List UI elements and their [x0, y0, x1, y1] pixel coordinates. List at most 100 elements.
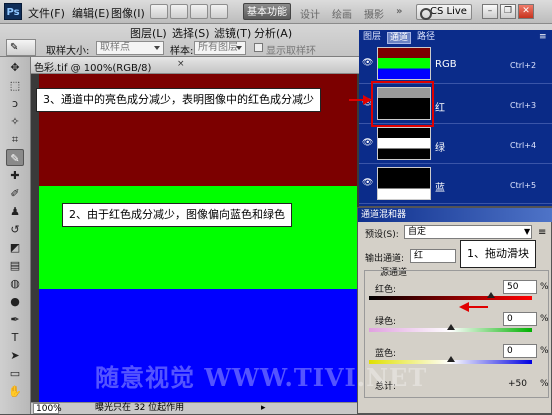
channel-name: RGB: [435, 59, 457, 70]
red-slider-thumb[interactable]: [487, 288, 496, 298]
close-icon[interactable]: ✕: [518, 4, 534, 19]
workspace-painting[interactable]: 绘画: [332, 6, 352, 21]
blue-slider-thumb[interactable]: [446, 352, 455, 362]
panel-menu-icon[interactable]: ≡: [539, 32, 547, 42]
percent-sign: %: [540, 346, 549, 356]
blue-value-input[interactable]: 0: [503, 344, 537, 358]
workspace-photography[interactable]: 摄影: [364, 6, 384, 21]
output-channel-label: 输出通道:: [365, 254, 405, 264]
clone-stamp-tool-icon[interactable]: ♟: [6, 203, 24, 220]
tab-layers[interactable]: 图层: [361, 32, 383, 44]
crop-tool-icon[interactable]: ⌗: [6, 131, 24, 148]
blur-tool-icon[interactable]: ◍: [6, 275, 24, 292]
move-tool-icon[interactable]: ✥: [6, 59, 24, 76]
channel-shortcut: Ctrl+3: [510, 101, 537, 110]
menu-image[interactable]: 图像(I): [111, 5, 145, 21]
channel-shortcut: Ctrl+5: [510, 181, 537, 190]
status-text: 曝光只在 32 位起作用: [95, 403, 185, 413]
channel-name: 红: [435, 103, 445, 114]
show-ring-checkbox[interactable]: [254, 43, 263, 52]
pen-tool-icon[interactable]: ✒: [6, 311, 24, 328]
output-channel-select[interactable]: 红: [410, 249, 456, 263]
sample-label: 样本:: [170, 46, 194, 57]
history-brush-tool-icon[interactable]: ↺: [6, 221, 24, 238]
menu-file[interactable]: 文件(F): [28, 5, 65, 21]
path-selection-tool-icon[interactable]: ➤: [6, 347, 24, 364]
hand-tool-icon[interactable]: ✋: [6, 383, 24, 400]
red-slider-label: 红色:: [375, 285, 397, 295]
restore-icon[interactable]: ❐: [500, 4, 516, 19]
drag-arrow-line: [468, 306, 488, 308]
red-value-input[interactable]: 50: [503, 280, 537, 294]
workspace-essentials-button[interactable]: 基本功能: [243, 3, 291, 20]
workspace-more-icon[interactable]: »: [396, 6, 402, 17]
green-value-input[interactable]: 0: [503, 312, 537, 326]
sample-size-select[interactable]: 取样点: [96, 41, 164, 55]
callout-step-1: 1、拖动滑块: [460, 240, 536, 268]
preset-select[interactable]: 自定: [404, 225, 532, 239]
type-tool-icon[interactable]: T: [6, 329, 24, 346]
channel-name: 绿: [435, 143, 445, 154]
channel-row-rgb[interactable]: 👁 RGB Ctrl+2: [359, 44, 552, 84]
eye-icon[interactable]: 👁: [362, 58, 373, 68]
eye-icon[interactable]: 👁: [362, 178, 373, 188]
menu-select[interactable]: 选择(S): [172, 25, 210, 41]
document-canvas[interactable]: [31, 74, 359, 402]
menu-filter[interactable]: 滤镜(T): [214, 25, 251, 41]
photoshop-logo: Ps: [4, 3, 22, 20]
channel-thumbnail: [377, 167, 431, 200]
preset-options-icon[interactable]: ≡: [538, 227, 546, 238]
workspace-design[interactable]: 设计: [300, 6, 320, 21]
marquee-tool-icon[interactable]: ⬚: [6, 77, 24, 94]
preset-dropdown-icon[interactable]: ▼: [524, 227, 530, 236]
red-slider-track[interactable]: [369, 296, 532, 300]
total-value: +50: [508, 379, 527, 389]
eye-icon[interactable]: 👁: [362, 138, 373, 148]
tool-preset-picker[interactable]: ✎: [6, 39, 36, 56]
cs-live-button[interactable]: CS Live: [416, 4, 472, 20]
shape-tool-icon[interactable]: ▭: [6, 365, 24, 382]
tab-close-icon[interactable]: ×: [177, 59, 185, 69]
toolbox: ✥ ⬚ ↄ ✧ ⌗ ✎ ✚ ✐ ♟ ↺ ◩ ▤ ◍ ● ✒ T ➤ ▭ ✋: [0, 57, 31, 414]
preset-label: 预设(S):: [365, 230, 399, 240]
lasso-tool-icon[interactable]: ↄ: [6, 95, 24, 112]
channel-name: 蓝: [435, 183, 445, 194]
quick-select-tool-icon[interactable]: ✧: [6, 113, 24, 130]
minimize-icon[interactable]: –: [482, 4, 498, 19]
menu-analysis[interactable]: 分析(A): [254, 25, 292, 41]
menu-edit[interactable]: 编辑(E): [72, 5, 110, 21]
eraser-tool-icon[interactable]: ◩: [6, 239, 24, 256]
tab-paths[interactable]: 路径: [415, 32, 437, 44]
document-tab[interactable]: 色彩.tif @ 100%(RGB/8) ×: [31, 57, 371, 74]
eyedropper-tool-icon[interactable]: ✎: [6, 149, 24, 166]
watermark: 随意视觉 WWW.TIVI.NET: [95, 363, 428, 392]
document-title: 色彩.tif @ 100%(RGB/8): [34, 63, 152, 74]
channel-shortcut: Ctrl+2: [510, 61, 537, 70]
view-extras-icon[interactable]: [190, 4, 208, 19]
callout-step-2: 2、由于红色成分减少，图像偏向蓝色和绿色: [62, 203, 292, 227]
bridge-icon[interactable]: [150, 4, 168, 19]
healing-brush-tool-icon[interactable]: ✚: [6, 167, 24, 184]
gradient-tool-icon[interactable]: ▤: [6, 257, 24, 274]
status-menu-icon[interactable]: ▸: [261, 403, 266, 414]
channel-row-blue[interactable]: 👁 蓝 Ctrl+5: [359, 164, 552, 204]
dialog-title: 通道混和器: [358, 208, 552, 222]
arrange-documents-icon[interactable]: [210, 4, 228, 19]
channel-row-green[interactable]: 👁 绿 Ctrl+4: [359, 124, 552, 164]
status-bar: 100% 曝光只在 32 位起作用 ▸: [31, 402, 359, 414]
brush-tool-icon[interactable]: ✐: [6, 185, 24, 202]
tab-channels[interactable]: 通道: [387, 32, 412, 44]
channel-thumbnail: [377, 127, 431, 160]
sample-select[interactable]: 所有图层: [194, 41, 246, 55]
channel-shortcut: Ctrl+4: [510, 141, 537, 150]
channel-thumbnail: [377, 47, 431, 80]
sample-size-label: 取样大小:: [46, 46, 90, 57]
red-channel-highlight: [371, 81, 434, 127]
dodge-tool-icon[interactable]: ●: [6, 293, 24, 310]
green-slider-thumb[interactable]: [446, 320, 455, 330]
mini-bridge-icon[interactable]: [170, 4, 188, 19]
green-band: [39, 186, 357, 289]
menu-layer[interactable]: 图层(L): [130, 25, 167, 41]
percent-sign: %: [540, 379, 549, 389]
zoom-field[interactable]: 100%: [33, 403, 62, 414]
